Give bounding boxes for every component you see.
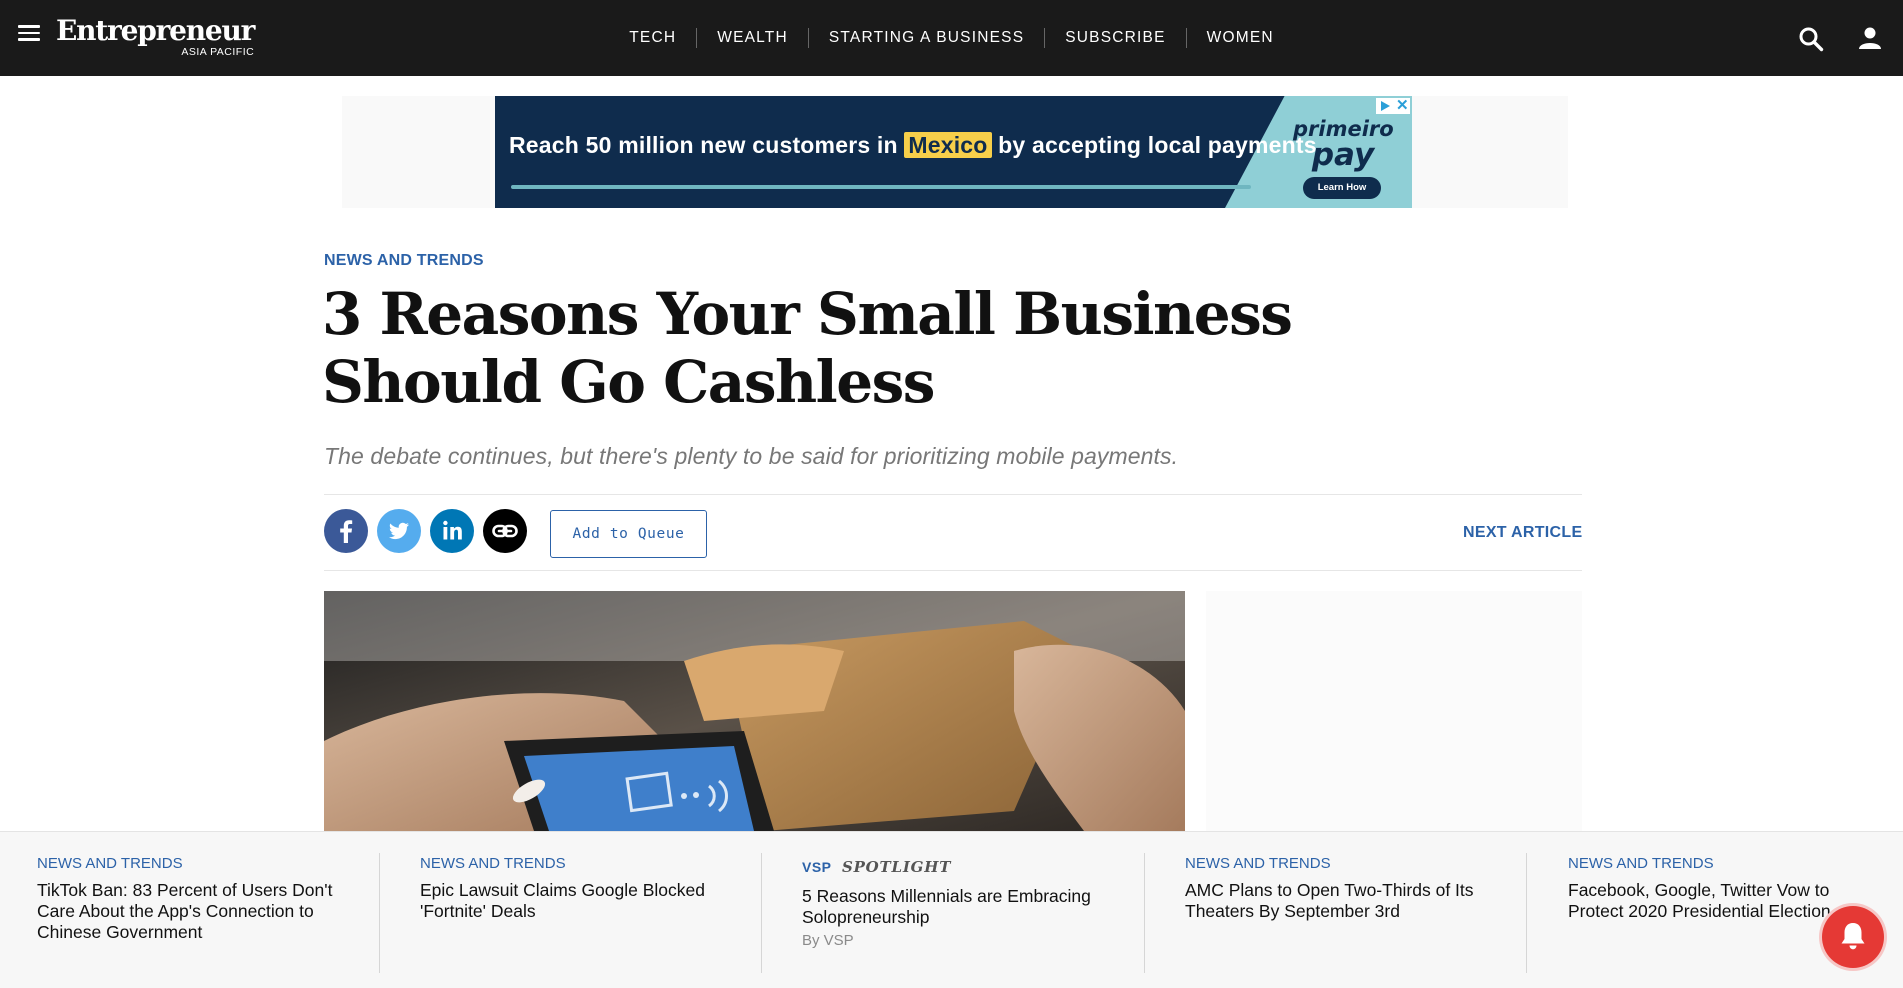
sponsor-brand: VSP bbox=[802, 859, 832, 875]
ad-progress-line bbox=[511, 185, 1251, 189]
related-article-card[interactable]: NEWS AND TRENDS Epic Lawsuit Claims Goog… bbox=[420, 832, 735, 988]
share-bar-divider-top bbox=[324, 494, 1582, 495]
related-article-category[interactable]: NEWS AND TRENDS bbox=[1568, 855, 1714, 872]
related-article-title[interactable]: TikTok Ban: 83 Percent of Users Don't Ca… bbox=[37, 880, 347, 943]
nav-divider bbox=[807, 28, 809, 48]
card-divider bbox=[761, 853, 762, 973]
share-bar-divider-bottom bbox=[324, 570, 1582, 571]
nav-divider bbox=[1185, 28, 1187, 48]
article-subtitle: The debate continues, but there's plenty… bbox=[324, 443, 1179, 469]
related-article-category[interactable]: NEWS AND TRENDS bbox=[37, 855, 183, 872]
hero-illustration bbox=[324, 591, 1185, 831]
ad-choices-triangle-icon bbox=[1381, 101, 1390, 111]
related-article-card[interactable]: NEWS AND TRENDS AMC Plans to Open Two-Th… bbox=[1185, 832, 1500, 988]
ad-close-icon[interactable]: ✕ bbox=[1396, 96, 1409, 114]
facebook-icon[interactable] bbox=[324, 509, 368, 553]
card-divider bbox=[379, 853, 380, 973]
related-article-title[interactable]: 5 Reasons Millennials are Embracing Solo… bbox=[802, 886, 1112, 928]
related-article-title[interactable]: Epic Lawsuit Claims Google Blocked 'Fort… bbox=[420, 880, 730, 922]
linkedin-icon[interactable] bbox=[430, 509, 474, 553]
related-article-category[interactable]: NEWS AND TRENDS bbox=[1185, 855, 1331, 872]
nav-starting-a-business[interactable]: STARTING A BUSINESS bbox=[829, 29, 1024, 47]
ad-brand-line2: pay bbox=[1311, 137, 1375, 173]
twitter-icon[interactable] bbox=[377, 509, 421, 553]
sponsored-article-card[interactable]: VSP SPOTLIGHT 5 Reasons Millennials are … bbox=[802, 832, 1117, 988]
ad-choices-icon[interactable]: ✕ bbox=[1376, 96, 1410, 114]
link-icon[interactable] bbox=[483, 509, 527, 553]
related-article-category[interactable]: NEWS AND TRENDS bbox=[420, 855, 566, 872]
add-to-queue-button[interactable]: Add to Queue bbox=[550, 510, 707, 558]
sponsor-label: VSP SPOTLIGHT bbox=[802, 858, 951, 877]
nav-women[interactable]: WOMEN bbox=[1207, 29, 1274, 47]
ad-headline: Reach 50 million new customers in Mexico… bbox=[509, 132, 1323, 159]
ad-text-after: by accepting local payments. bbox=[998, 132, 1324, 158]
hero-image bbox=[324, 591, 1185, 831]
main-nav: TECH WEALTH STARTING A BUSINESS SUBSCRIB… bbox=[0, 28, 1903, 48]
related-articles-strip: NEWS AND TRENDS TikTok Ban: 83 Percent o… bbox=[0, 831, 1903, 988]
top-nav-bar: Entrepreneur ASIA PACIFIC TECH WEALTH ST… bbox=[0, 0, 1903, 76]
ad-brand-logo: primeiro pay bbox=[1293, 116, 1394, 173]
related-article-card[interactable]: NEWS AND TRENDS TikTok Ban: 83 Percent o… bbox=[37, 832, 352, 988]
nav-wealth[interactable]: WEALTH bbox=[717, 29, 788, 47]
ad-highlight: Mexico bbox=[904, 132, 992, 158]
nav-divider bbox=[696, 28, 698, 48]
bell-icon bbox=[1841, 923, 1865, 950]
nav-tech[interactable]: TECH bbox=[629, 29, 676, 47]
card-divider bbox=[1144, 853, 1145, 973]
ad-learn-how-button[interactable]: Learn How bbox=[1303, 177, 1381, 199]
next-article-link[interactable]: NEXT ARTICLE bbox=[1463, 524, 1582, 542]
user-icon[interactable] bbox=[1858, 26, 1882, 50]
article-title: 3 Reasons Your Small Business Should Go … bbox=[322, 280, 1293, 416]
spotlight-label: SPOTLIGHT bbox=[841, 858, 952, 876]
card-divider bbox=[1526, 853, 1527, 973]
banner-ad[interactable]: Reach 50 million new customers in Mexico… bbox=[495, 96, 1412, 208]
article-category[interactable]: NEWS AND TRENDS bbox=[324, 252, 484, 270]
search-icon[interactable] bbox=[1798, 26, 1824, 52]
sidebar-ad-placeholder bbox=[1206, 591, 1582, 831]
nav-divider bbox=[1044, 28, 1046, 48]
sponsor-byline: By VSP bbox=[802, 932, 854, 949]
nav-subscribe[interactable]: SUBSCRIBE bbox=[1065, 29, 1165, 47]
notification-bell-button[interactable] bbox=[1822, 906, 1884, 968]
related-article-title[interactable]: AMC Plans to Open Two-Thirds of Its Thea… bbox=[1185, 880, 1495, 922]
ad-text-before: Reach 50 million new customers in bbox=[509, 132, 898, 158]
